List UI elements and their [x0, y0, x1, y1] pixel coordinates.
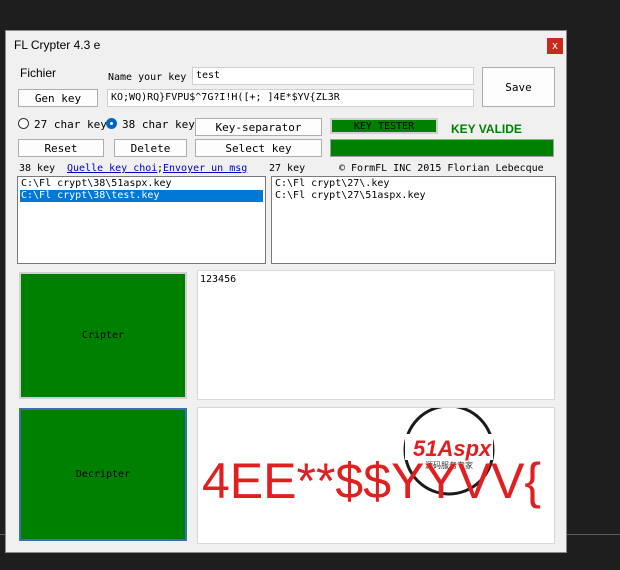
plain-text-area[interactable]: 123456 [197, 270, 555, 400]
radio-38-char[interactable] [106, 118, 117, 129]
cripter-label: Cripter [81, 330, 125, 341]
decripter-button[interactable]: Decripter [19, 408, 187, 541]
link-quelle-key[interactable]: Quelle key choi [67, 163, 157, 174]
link-envoyer-msg[interactable]: Envoyer un msg [163, 163, 247, 174]
cripter-button[interactable]: Cripter [19, 272, 187, 399]
plain-text-value: 123456 [200, 274, 237, 285]
list-item-selected[interactable]: C:\Fl crypt\38\test.key [20, 190, 263, 202]
copyright-text: © FormFL INC 2015 Florian Lebecque [339, 163, 544, 174]
list-38-keys[interactable]: C:\Fl crypt\38\51aspx.key C:\Fl crypt\38… [17, 176, 266, 264]
key-tester-button[interactable]: KEY TESTER [330, 118, 438, 134]
close-button[interactable]: x [547, 38, 563, 54]
delete-button[interactable]: Delete [114, 139, 187, 157]
radio-27-label: 27 char key [34, 118, 107, 131]
menu-fichier[interactable]: Fichier [20, 66, 56, 80]
key-name-label: Name your key [108, 72, 187, 83]
reset-button[interactable]: Reset [18, 139, 104, 157]
window-title: FL Crypter 4.3 e [14, 38, 101, 52]
select-key-button[interactable]: Select key [195, 139, 322, 157]
radio-27-char[interactable] [18, 118, 29, 129]
key-valid-indicator [330, 139, 554, 157]
gen-key-button[interactable]: Gen key [18, 89, 98, 107]
list-27-header: 27 key [269, 163, 306, 174]
key-name-input[interactable]: test [192, 67, 474, 85]
cipher-output-area[interactable]: 51Aspx 源码服务专家 4EE**$$YYVV{ [197, 407, 555, 544]
list-item[interactable]: C:\Fl crypt\38\51aspx.key [20, 178, 263, 190]
app-window: FL Crypter 4.3 e x Fichier Name your key… [5, 30, 567, 553]
cipher-output-value: 4EE**$$YYVV{ [202, 453, 542, 509]
list-item[interactable]: C:\Fl crypt\27\.key [274, 178, 553, 190]
key-value-field[interactable]: KO;WQ)RQ}FVPU$^7G?I!H([+; ]4E*$YV{ZL3R [107, 89, 474, 107]
close-icon: x [552, 40, 558, 52]
title-bar: FL Crypter 4.3 e x [6, 31, 566, 61]
list-38-header: 38 key [19, 163, 56, 174]
radio-38-label: 38 char key [122, 118, 195, 131]
key-valid-status: KEY VALIDE [451, 122, 522, 136]
list-27-keys[interactable]: C:\Fl crypt\27\.key C:\Fl crypt\27\51asp… [271, 176, 556, 264]
list-item[interactable]: C:\Fl crypt\27\51aspx.key [274, 190, 553, 202]
key-separator-button[interactable]: Key-separator [195, 118, 322, 136]
save-button[interactable]: Save [482, 67, 555, 107]
decripter-label: Decripter [75, 469, 131, 480]
